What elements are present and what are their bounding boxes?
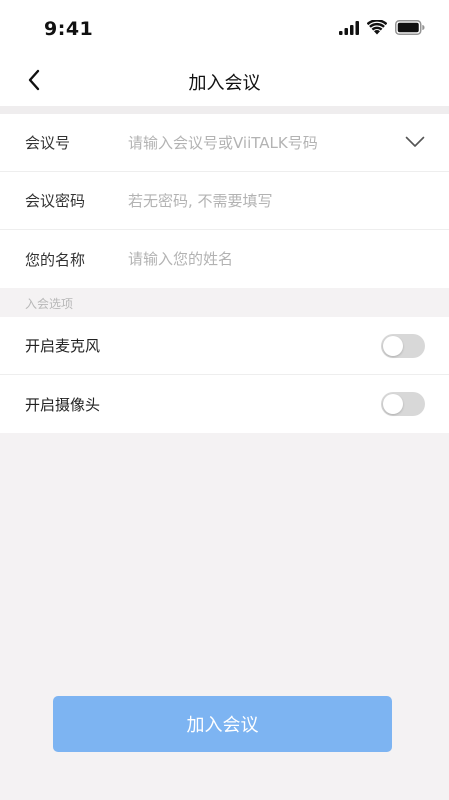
camera-option-row: 开启摄像头 [0,375,449,433]
camera-toggle[interactable] [381,392,425,416]
join-options: 开启麦克风 开启摄像头 [0,317,449,433]
microphone-option-label: 开启麦克风 [25,337,101,355]
join-form: 会议号 会议密码 您的名称 [0,114,449,288]
microphone-option-row: 开启麦克风 [0,317,449,375]
divider [0,106,449,114]
toggle-knob [383,335,403,356]
password-input[interactable] [128,191,388,210]
meeting-history-dropdown-button[interactable] [403,131,427,155]
meeting-id-row: 会议号 [0,114,449,172]
page-title: 加入会议 [188,73,261,94]
options-section-header: 入会选项 [0,289,449,317]
name-label: 您的名称 [25,250,86,269]
meeting-id-input[interactable] [128,133,388,152]
battery-icon [395,19,425,39]
signal-icon [339,20,359,39]
options-header-label: 入会选项 [25,297,74,311]
name-row: 您的名称 [0,230,449,288]
toggle-knob [383,394,403,414]
meeting-id-label: 会议号 [25,134,71,152]
camera-option-label: 开启摄像头 [25,395,101,414]
name-input[interactable] [128,250,388,268]
status-time: 9:41 [44,18,94,40]
microphone-toggle[interactable] [381,333,425,358]
join-meeting-button[interactable]: 加入会议 [53,696,392,752]
status-bar: 9:41 [0,0,449,56]
nav-bar: 加入会议 [0,56,449,106]
password-row: 会议密码 [0,172,449,230]
password-label: 会议密码 [25,192,86,210]
chevron-down-icon [405,133,425,152]
status-icons [339,18,425,39]
wifi-icon [366,18,388,39]
